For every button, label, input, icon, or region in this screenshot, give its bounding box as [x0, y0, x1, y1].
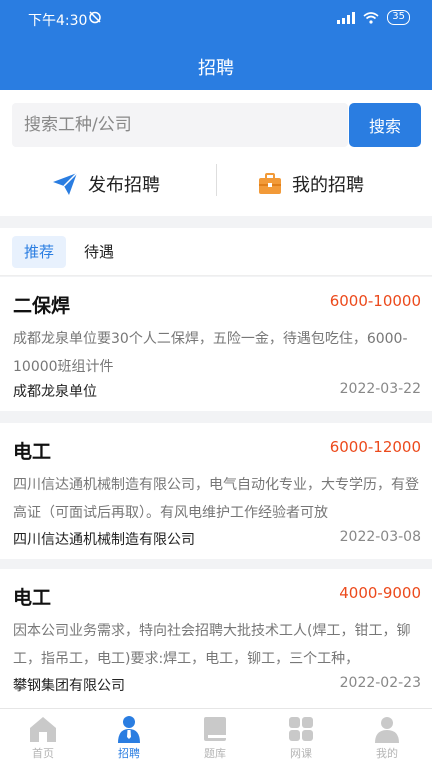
job-card[interactable]: 电工 6000-12000 四川信达通机械制造有限公司，电气自动化专业，大专学历…	[0, 423, 432, 559]
paper-plane-icon	[53, 172, 78, 195]
job-date: 2022-03-22	[339, 381, 421, 397]
home-icon	[30, 717, 56, 742]
job-card[interactable]: 电工 4000-9000 因本公司业务需求，特向社会招聘大批技术工人(焊工，钳工…	[0, 569, 432, 708]
publish-job-label: 发布招聘	[88, 175, 160, 196]
status-indicators: 35	[337, 10, 410, 25]
job-company: 攀钢集团有限公司	[13, 678, 125, 694]
nav-jobs[interactable]: 招聘	[86, 709, 172, 768]
job-description: 四川信达通机械制造有限公司，电气自动化专业，大专学历，有登高证（可面试后再取）。…	[13, 477, 419, 521]
bottom-nav: 首页 招聘 题库 网课 我的	[0, 708, 432, 768]
status-time: 下午4:30	[28, 13, 88, 29]
tab-benefits[interactable]: 待遇	[72, 236, 126, 268]
nav-courses-label: 网课	[290, 747, 312, 760]
job-title: 电工	[13, 587, 52, 609]
job-card[interactable]: 二保焊 6000-10000 成都龙泉单位要30个人二保焊，五险一金，待遇包吃住…	[0, 277, 432, 411]
filter-tabs: 推荐 待遇	[0, 228, 432, 276]
nav-home[interactable]: 首页	[0, 709, 86, 768]
page-title: 招聘	[198, 58, 234, 79]
grid-icon	[289, 717, 313, 741]
signal-icon	[337, 11, 356, 24]
app-header: 下午4:30 35 招聘	[0, 0, 432, 90]
book-icon	[204, 717, 226, 741]
nav-courses[interactable]: 网课	[258, 709, 344, 768]
search-panel: 搜索 发布招聘 我的招聘	[0, 90, 432, 216]
job-description: 成都龙泉单位要30个人二保焊，五险一金，待遇包吃住，6000-10000班组计件	[13, 331, 408, 375]
my-jobs-button[interactable]: 我的招聘	[258, 166, 364, 202]
job-date: 2022-02-23	[339, 675, 421, 691]
nav-profile[interactable]: 我的	[344, 709, 430, 768]
job-date: 2022-03-08	[339, 529, 421, 545]
user-icon	[375, 717, 399, 743]
tab-recommend[interactable]: 推荐	[12, 236, 67, 268]
nav-profile-label: 我的	[376, 747, 398, 760]
briefcase-icon	[259, 173, 281, 194]
nav-jobs-label: 招聘	[118, 747, 140, 760]
wifi-icon	[363, 11, 379, 24]
job-salary: 4000-9000	[339, 584, 421, 602]
job-salary: 6000-10000	[329, 292, 421, 310]
search-button[interactable]: 搜索	[349, 103, 421, 147]
nav-question-bank-label: 题库	[204, 747, 226, 760]
job-salary: 6000-12000	[329, 438, 421, 456]
status-bar: 下午4:30 35	[0, 0, 432, 40]
job-company: 四川信达通机械制造有限公司	[13, 532, 195, 548]
my-jobs-label: 我的招聘	[292, 175, 364, 196]
search-box	[12, 103, 348, 147]
publish-job-button[interactable]: 发布招聘	[52, 166, 160, 202]
job-title: 二保焊	[13, 295, 71, 317]
nav-home-label: 首页	[32, 747, 54, 760]
search-input[interactable]	[12, 103, 348, 147]
job-description: 因本公司业务需求，特向社会招聘大批技术工人(焊工，钳工，铆工，指吊工，电工)要求…	[13, 623, 411, 667]
nav-question-bank[interactable]: 题库	[172, 709, 258, 768]
job-company: 成都龙泉单位	[13, 384, 97, 400]
battery-indicator: 35	[387, 10, 410, 25]
alarm-off-icon	[88, 10, 102, 28]
job-title: 电工	[13, 441, 52, 463]
person-icon	[118, 716, 140, 743]
action-divider	[216, 164, 217, 196]
